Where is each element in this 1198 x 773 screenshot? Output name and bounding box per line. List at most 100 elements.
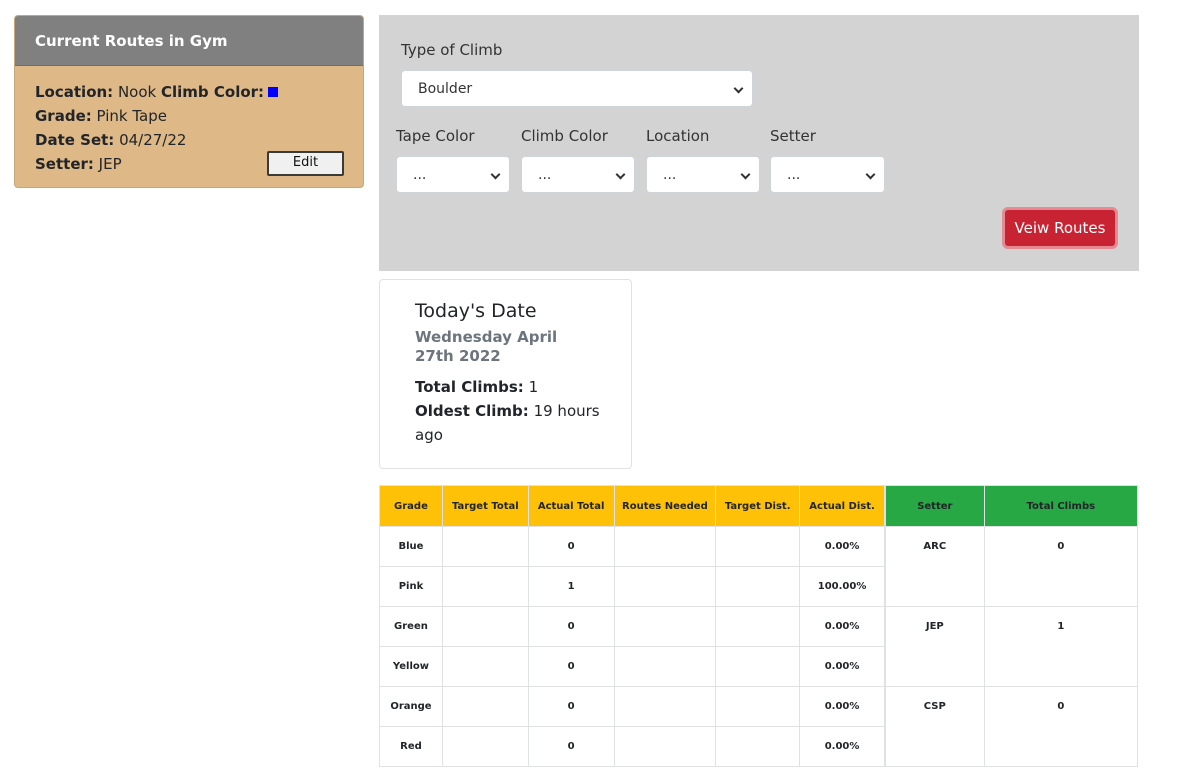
table-cell: 0 xyxy=(527,646,615,687)
table-cell xyxy=(715,686,801,727)
table-cell xyxy=(715,726,801,767)
table-cell: 0 xyxy=(983,686,1139,767)
chevron-down-icon xyxy=(733,83,744,94)
table-cell xyxy=(441,726,529,767)
table-row: JEP 1 xyxy=(885,606,1139,687)
climb-color-select[interactable]: ... xyxy=(521,156,635,193)
route-card-body: Location: Nook Climb Color: Grade: Pink … xyxy=(15,66,363,176)
table-cell: 0.00% xyxy=(799,606,885,647)
table-row: Yellow 0 0.00% xyxy=(379,646,885,687)
table-row: ARC 0 xyxy=(885,526,1139,607)
table-cell xyxy=(441,646,529,687)
table-cell xyxy=(441,686,529,727)
route-location-line: Location: Nook Climb Color: xyxy=(35,80,363,104)
table-cell xyxy=(715,646,801,687)
date-set-value: 04/27/22 xyxy=(119,131,187,149)
setter-value: JEP xyxy=(98,155,122,173)
setter-table: Setter Total Climbs ARC 0 JEP 1 CSP 0 xyxy=(885,485,1139,767)
setter-table-head: Setter Total Climbs xyxy=(885,485,1139,527)
table-cell: 1 xyxy=(983,606,1139,687)
date-card: Today's Date Wednesday April 27th 2022 T… xyxy=(379,279,632,469)
route-grade-line: Grade: Pink Tape xyxy=(35,104,363,128)
grade-label: Grade: xyxy=(35,107,92,125)
table-cell xyxy=(613,566,717,607)
table-row: Red 0 0.00% xyxy=(379,726,885,767)
chevron-down-icon xyxy=(865,169,876,180)
location-filter-value: ... xyxy=(663,167,677,183)
table-cell: 0 xyxy=(527,526,615,567)
filter-panel: Type of Climb Boulder Tape Color ... Cli… xyxy=(379,15,1139,271)
table-row: CSP 0 xyxy=(885,686,1139,767)
table-cell: 0 xyxy=(983,526,1139,607)
tape-color-value: ... xyxy=(413,167,427,183)
table-cell: 0.00% xyxy=(799,526,885,567)
tape-color-select[interactable]: ... xyxy=(396,156,510,193)
table-cell: 0 xyxy=(527,726,615,767)
chevron-down-icon xyxy=(615,169,626,180)
setter-select[interactable]: ... xyxy=(770,156,885,193)
grade-value: Pink Tape xyxy=(96,107,167,125)
table-row: Pink 1 100.00% xyxy=(379,566,885,607)
table-cell: Yellow xyxy=(379,646,443,687)
table-cell: Pink xyxy=(379,566,443,607)
grade-table: Grade Target Total Actual Total Routes Need… xyxy=(379,485,885,767)
total-climbs-line: Total Climbs: 1 xyxy=(415,375,600,399)
grade-table-head: Grade Target Total Actual Total Routes Need… xyxy=(379,485,885,527)
grade-table-header-cell: Routes Needed xyxy=(613,485,717,527)
type-of-climb-select[interactable]: Boulder xyxy=(401,70,753,107)
location-select[interactable]: ... xyxy=(646,156,760,193)
table-cell: Red xyxy=(379,726,443,767)
climb-color-filter-value: ... xyxy=(538,167,552,183)
table-cell: ARC xyxy=(885,526,985,607)
table-cell: 0.00% xyxy=(799,646,885,687)
edit-button[interactable]: Edit xyxy=(267,151,344,176)
grade-table-header-cell: Actual Dist. xyxy=(799,485,885,527)
table-cell: 100.00% xyxy=(799,566,885,607)
route-date-line: Date Set: 04/27/22 xyxy=(35,128,363,152)
table-cell xyxy=(715,606,801,647)
oldest-climb-label: Oldest Climb: xyxy=(415,402,529,420)
table-row: Blue 0 0.00% xyxy=(379,526,885,567)
setter-table-body: ARC 0 JEP 1 CSP 0 xyxy=(885,526,1139,767)
table-row: Green 0 0.00% xyxy=(379,606,885,647)
date-card-title: Today's Date xyxy=(415,300,537,322)
table-cell xyxy=(441,526,529,567)
table-cell xyxy=(613,686,717,727)
grade-table-body: Blue 0 0.00% Pink 1 100.00% Green 0 0.00% Yellow 0… xyxy=(379,526,885,767)
setter-table-header-row: Setter Total Climbs xyxy=(885,485,1139,527)
table-cell: Green xyxy=(379,606,443,647)
table-cell xyxy=(613,526,717,567)
date-set-label: Date Set: xyxy=(35,131,115,149)
table-cell xyxy=(613,726,717,767)
table-cell: CSP xyxy=(885,686,985,767)
table-cell: 0 xyxy=(527,686,615,727)
grade-table-header-cell: Target Dist. xyxy=(715,485,801,527)
grade-table-header-cell: Actual Total xyxy=(527,485,615,527)
table-cell: 1 xyxy=(527,566,615,607)
chevron-down-icon xyxy=(490,169,501,180)
table-cell xyxy=(613,606,717,647)
todays-date: Wednesday April 27th 2022 xyxy=(415,328,558,365)
setter-filter-label: Setter xyxy=(770,127,816,145)
table-cell: JEP xyxy=(885,606,985,687)
table-cell: 0 xyxy=(527,606,615,647)
type-of-climb-label: Type of Climb xyxy=(401,41,503,59)
type-of-climb-value: Boulder xyxy=(418,81,473,97)
table-cell xyxy=(715,526,801,567)
grade-table-header-cell: Target Total xyxy=(441,485,529,527)
setter-filter-value: ... xyxy=(787,167,801,183)
location-value: Nook xyxy=(117,83,157,101)
view-routes-button[interactable]: Veiw Routes xyxy=(1002,207,1118,249)
tape-color-label: Tape Color xyxy=(396,127,475,145)
table-cell xyxy=(441,566,529,607)
table-cell xyxy=(613,646,717,687)
route-card-header: Current Routes in Gym xyxy=(15,16,363,66)
total-climbs-label: Total Climbs: xyxy=(415,378,524,396)
total-climbs-value: 1 xyxy=(528,378,539,396)
table-cell: Orange xyxy=(379,686,443,727)
climb-color-swatch xyxy=(268,87,279,97)
table-cell xyxy=(441,606,529,647)
table-cell xyxy=(715,566,801,607)
table-cell: 0.00% xyxy=(799,726,885,767)
setter-table-header-cell: Total Climbs xyxy=(983,485,1139,527)
